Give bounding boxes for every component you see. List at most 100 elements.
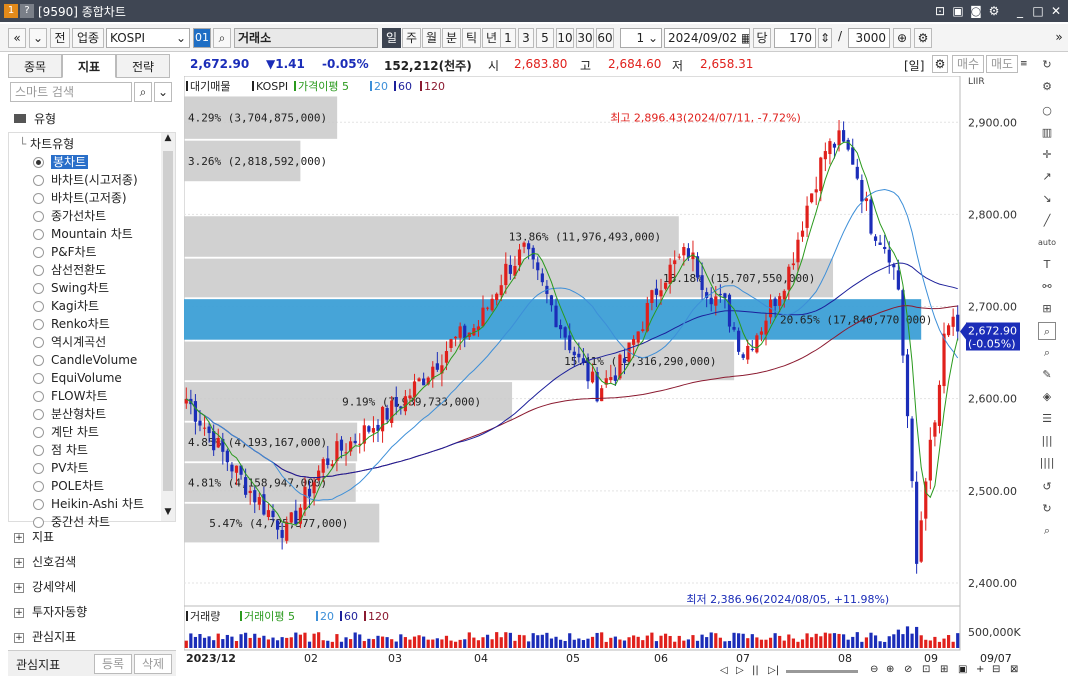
section-3[interactable]: + 투자자동향: [14, 601, 87, 623]
play-button[interactable]: ▷: [736, 665, 744, 676]
radio-icon[interactable]: [33, 265, 44, 276]
period-tab-5[interactable]: 년: [482, 28, 501, 48]
refresh-icon[interactable]: ↻: [1038, 56, 1056, 74]
interval-button-1[interactable]: 3: [518, 28, 534, 48]
section-4[interactable]: + 관심지표: [14, 626, 76, 648]
delete-button[interactable]: 삭제: [134, 654, 172, 674]
legend-label[interactable]: 대기매물: [190, 80, 230, 93]
section-2[interactable]: + 강세약세: [14, 576, 76, 598]
chart-type-item[interactable]: Swing차트: [33, 279, 109, 297]
left-tab-0[interactable]: 종목: [8, 54, 62, 78]
period-tab-1[interactable]: 주: [402, 28, 421, 48]
help-badge[interactable]: ?: [20, 4, 34, 18]
stepper-icon[interactable]: ⇕: [818, 28, 832, 48]
minimize-icon[interactable]: _: [1012, 3, 1028, 19]
radio-icon[interactable]: [33, 283, 44, 294]
ray-icon[interactable]: ↘: [1038, 190, 1056, 208]
radio-icon[interactable]: [33, 247, 44, 258]
period-tab-3[interactable]: 분: [442, 28, 461, 48]
save-icon[interactable]: ▣: [950, 3, 966, 19]
chart-type-item[interactable]: P&F차트: [33, 243, 97, 261]
redo-icon[interactable]: ↻: [1038, 500, 1056, 518]
sell-button[interactable]: 매도: [986, 55, 1018, 73]
reset-icon[interactable]: ⊘: [904, 664, 912, 675]
period-tab-2[interactable]: 월: [422, 28, 441, 48]
interval-button-3[interactable]: 10: [556, 28, 574, 48]
sector-button[interactable]: 업종: [72, 28, 104, 48]
count-field[interactable]: 1 ⌄: [620, 28, 662, 48]
interval-button-2[interactable]: 5: [536, 28, 554, 48]
interval-button-4[interactable]: 30: [576, 28, 594, 48]
bars-icon[interactable]: |||: [1038, 432, 1056, 450]
radio-icon[interactable]: [33, 229, 44, 240]
chart-type-item[interactable]: Kagi차트: [33, 297, 99, 315]
fibonacci-icon[interactable]: ☰: [1038, 410, 1056, 428]
chart-icon[interactable]: ▥: [1038, 124, 1056, 142]
max-field[interactable]: 3000: [848, 28, 890, 48]
config-icon[interactable]: ⚙: [914, 28, 932, 48]
chart-type-item[interactable]: Renko차트: [33, 315, 110, 333]
maximize-icon[interactable]: □: [1030, 3, 1046, 19]
chart-type-item[interactable]: 봉차트: [33, 153, 89, 171]
radio-icon[interactable]: [33, 301, 44, 312]
plus-icon[interactable]: +: [14, 557, 24, 568]
left-tab-2[interactable]: 전략: [116, 54, 170, 78]
volume-legend-label[interactable]: 거래이평 5: [244, 610, 295, 623]
date-field[interactable]: 2024/09/02 ▦: [664, 28, 750, 48]
ruler-icon[interactable]: ⊞: [1038, 300, 1056, 318]
crosshair-icon[interactable]: ✛: [1038, 146, 1056, 164]
circle-icon[interactable]: ○: [1038, 102, 1056, 120]
search-icon[interactable]: ⌕: [213, 28, 231, 48]
chart-type-item[interactable]: 분산형차트: [33, 405, 106, 423]
chart-type-item[interactable]: FLOW차트: [33, 387, 108, 405]
chart-type-item[interactable]: Heikin-Ashi 차트: [33, 495, 144, 513]
pattern-icon[interactable]: ⚯: [1038, 278, 1056, 296]
radio-icon[interactable]: [33, 463, 44, 474]
settings-icon[interactable]: ⚙: [986, 3, 1002, 19]
search-icon[interactable]: ⌕: [1038, 522, 1056, 540]
plus-icon[interactable]: +: [14, 632, 24, 643]
gear-icon[interactable]: ⚙: [1038, 78, 1056, 96]
legend-label[interactable]: KOSPI: [256, 80, 288, 93]
radio-icon[interactable]: [33, 175, 44, 186]
plus-icon[interactable]: +: [976, 664, 984, 675]
radio-icon[interactable]: [33, 373, 44, 384]
interval-button-0[interactable]: 1: [500, 28, 516, 48]
smart-search-input[interactable]: 스마트 검색: [10, 82, 132, 102]
bars-alt-icon[interactable]: ||||: [1038, 454, 1056, 472]
chart-type-item[interactable]: 바차트(시고저종): [33, 171, 138, 189]
chart-type-item[interactable]: POLE차트: [33, 477, 104, 495]
text-icon[interactable]: T: [1038, 256, 1056, 274]
chart-type-item[interactable]: 종가선차트: [33, 207, 106, 225]
interval-button-5[interactable]: 60: [596, 28, 614, 48]
volume-legend-label[interactable]: 거래량: [190, 610, 220, 623]
symbol-code[interactable]: 01: [193, 28, 211, 48]
nav-prev-button[interactable]: «: [8, 28, 26, 48]
lock-icon[interactable]: ⊠: [1010, 664, 1018, 675]
time-slider[interactable]: [786, 670, 858, 673]
chart-type-item[interactable]: 계단 차트: [33, 423, 99, 441]
eraser-icon[interactable]: ✎: [1038, 366, 1056, 384]
unit-label[interactable]: 당: [753, 28, 771, 48]
search-icon[interactable]: ⌕: [134, 82, 152, 102]
chart-type-item[interactable]: 바차트(고저종): [33, 189, 127, 207]
layout-icon[interactable]: ▣: [958, 664, 967, 675]
symbol-select[interactable]: KOSPI ⌄: [106, 28, 190, 48]
radio-icon[interactable]: [33, 427, 44, 438]
layout-icon[interactable]: ⊡: [932, 3, 948, 19]
fill-icon[interactable]: ◈: [1038, 388, 1056, 406]
radio-icon[interactable]: [33, 499, 44, 510]
zoom-icon[interactable]: ⊕: [893, 28, 911, 48]
camera-icon[interactable]: ◙: [968, 3, 984, 19]
chart-type-item[interactable]: 점 차트: [33, 441, 88, 459]
chart-type-item[interactable]: CandleVolume: [33, 351, 137, 369]
legend-label[interactable]: 가격이평 5: [298, 80, 349, 93]
grid-icon[interactable]: ⊞: [940, 664, 948, 675]
radio-icon[interactable]: [33, 409, 44, 420]
close-icon[interactable]: ✕: [1048, 3, 1064, 19]
chart-type-item[interactable]: Mountain 차트: [33, 225, 133, 243]
split-icon[interactable]: ⊟: [992, 664, 1000, 675]
scale-lock-icon[interactable]: LIIR: [968, 77, 985, 87]
chart-type-item[interactable]: EquiVolume: [33, 369, 122, 387]
undo-icon[interactable]: ↺: [1038, 478, 1056, 496]
